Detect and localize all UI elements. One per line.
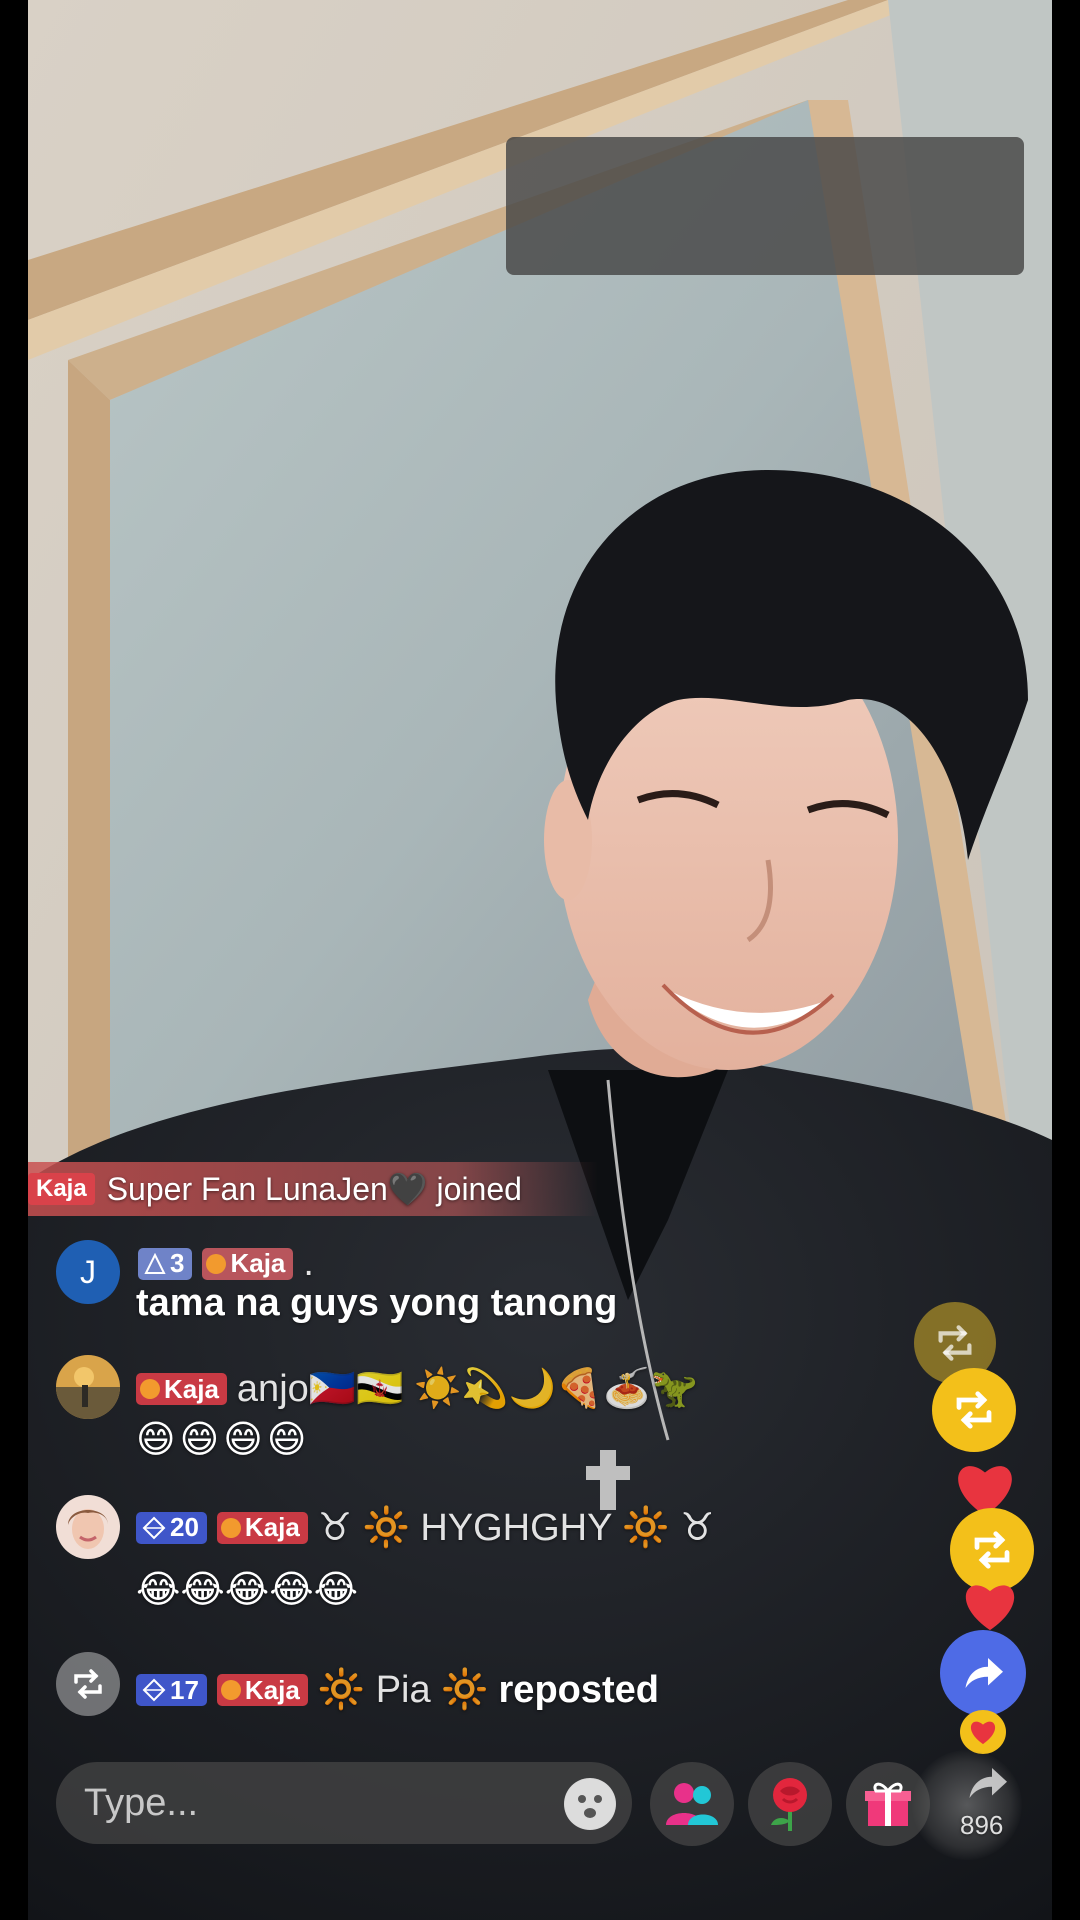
fan-badge: Kaja [202,1247,294,1280]
bottom-bar: 896 [0,1750,1080,1860]
level-badge: 20 [136,1511,207,1544]
fan-label: Kaja [230,1248,286,1278]
avatar[interactable] [56,1355,120,1419]
rose-button[interactable] [748,1762,832,1846]
people-icon [666,1783,718,1825]
share-arrow-icon [965,1658,1003,1688]
comment-item[interactable]: Kaja anjo🇵🇭🇧🇳 ☀️💫🌙🍕🍝🦖 😄😄😄😄 [56,1355,816,1475]
repost-icon [956,1391,992,1429]
comment-username[interactable]: anjo🇵🇭🇧🇳 ☀️💫🌙🍕🍝🦖 [237,1367,698,1411]
fan-heart-icon [140,1379,160,1399]
fan-badge: Kaja [216,1511,308,1544]
level-diamond-icon [142,1678,166,1702]
level-diamond-icon [142,1516,166,1539]
comment-input[interactable] [56,1762,632,1844]
gift-icon [865,1782,911,1826]
rose-icon [771,1778,807,1831]
repost-icon [938,1325,972,1361]
level-number: 20 [170,1512,199,1542]
repost-icon [974,1531,1010,1569]
fan-badge: Kaja [136,1373,227,1405]
like-count: 896 [960,1810,1004,1840]
level-number: 17 [170,1674,199,1705]
comment-username[interactable]: . [303,1242,314,1285]
avatar[interactable]: J [56,1240,120,1304]
join-message: Super Fan LunaJen🖤 joined [106,1171,522,1207]
avatar-image [56,1495,120,1559]
comment-message: 😂😂😂😂😂 [136,1569,359,1611]
avatar[interactable] [56,1495,120,1559]
heart-icon [960,1710,1006,1754]
fan-label: Kaja [244,1674,300,1705]
comment-username[interactable]: ♉ 🔆 HYGHGHY 🔆 ♉ [318,1505,714,1550]
repost-button[interactable] [932,1368,1016,1452]
heart-icon [960,1580,1020,1632]
like-tap-area[interactable] [912,1750,1022,1860]
avatar-letter: J [80,1253,96,1290]
repost-action-text: reposted [498,1668,659,1711]
repost-avatar [56,1652,120,1716]
comment-username[interactable]: 🔆 Pia 🔆 [318,1668,489,1712]
live-stream-screen: Kaja Super Fan LunaJen🖤 joined J 3 Kaja … [0,0,1080,1920]
repost-icon [74,1669,102,1699]
comment-message: tama na guys yong tanong [136,1282,618,1324]
fan-heart-icon [220,1517,241,1538]
fan-label: Kaja [164,1373,219,1404]
avatar-image [56,1355,120,1419]
letterbox-right [1052,0,1080,1920]
live-video[interactable] [28,0,1052,1920]
video-frame [28,0,1052,1920]
level-badge: 17 [136,1674,207,1706]
top-info-overlay [506,137,1024,275]
level-badge: 3 [138,1247,193,1280]
level-triangle-icon [144,1252,166,1274]
join-rank-tag: Kaja [28,1173,95,1205]
comment-item[interactable]: 20 Kaja ♉ 🔆 HYGHGHY 🔆 ♉ 😂😂😂😂😂 [56,1495,816,1615]
fan-label: Kaja [244,1512,300,1542]
letterbox-left [0,0,28,1920]
emoji-button[interactable] [564,1778,616,1830]
multi-guest-button[interactable] [650,1762,734,1846]
comment-item[interactable]: J 3 Kaja . tama na guys yong tanong [56,1240,816,1350]
fan-heart-icon [220,1680,241,1700]
share-button[interactable] [940,1630,1026,1716]
comment-item[interactable]: 17 Kaja 🔆 Pia 🔆 reposted [56,1652,816,1722]
join-banner: Kaja Super Fan LunaJen🖤 joined [28,1162,598,1216]
level-number: 3 [170,1248,185,1278]
fan-badge: Kaja [216,1674,308,1706]
comment-message: 😄😄😄😄 [136,1419,311,1461]
fan-heart-icon [206,1253,227,1274]
smiley-icon [565,1779,615,1829]
share-arrow-icon [969,1768,1007,1798]
